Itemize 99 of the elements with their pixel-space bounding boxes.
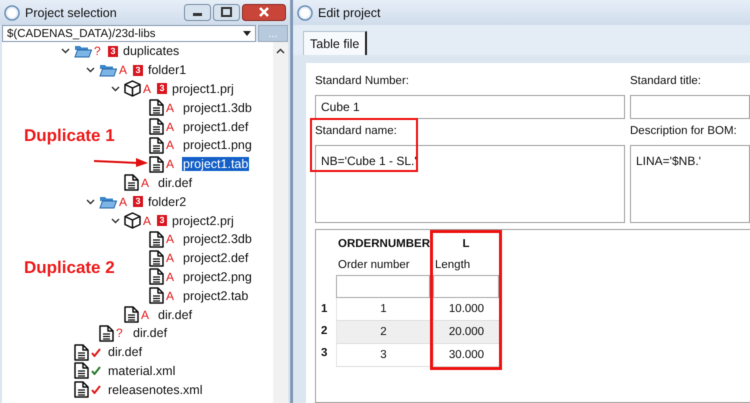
status-mark: A (141, 176, 150, 190)
tree-item[interactable]: project2.prj (171, 214, 235, 228)
document-icon (74, 362, 89, 380)
folder-icon (99, 194, 117, 209)
status-mark: ? (94, 44, 101, 58)
document-icon (149, 287, 164, 304)
tree-item[interactable]: dir.def (107, 345, 144, 360)
folder-icon (74, 44, 92, 58)
minimize-button[interactable] (184, 4, 211, 21)
input-field[interactable]: Cube 1 (315, 95, 625, 119)
status-mark: ? (116, 326, 123, 340)
window-title: Project selection (25, 6, 117, 20)
tree-item[interactable]: dir.def (157, 308, 194, 322)
status-mark: A (166, 120, 174, 134)
tree-item[interactable]: project1.prj (171, 82, 235, 96)
row-number: 1 (321, 303, 328, 315)
table-cell: 30.000 (433, 344, 499, 367)
table-cell: 3 (336, 344, 430, 367)
tree-item[interactable]: project1.3db (182, 100, 253, 115)
row-number: 3 (321, 347, 328, 359)
document-icon (124, 306, 139, 324)
input-field[interactable] (630, 95, 750, 119)
status-mark: A (166, 100, 174, 115)
document-icon (149, 250, 164, 267)
tree-item[interactable]: project2.def (182, 251, 250, 266)
field-label: Standard Number: (315, 74, 410, 89)
filter-field[interactable] (433, 275, 499, 298)
field-label: Standard title: (630, 74, 702, 89)
document-icon (149, 118, 164, 136)
column-header: L (461, 237, 471, 252)
input-field[interactable]: LINA='$NB.' (630, 145, 750, 223)
tree-item[interactable]: folder1 (147, 63, 188, 78)
tree-item[interactable]: project2.png (182, 270, 253, 284)
document-icon (74, 381, 89, 398)
status-mark: A (166, 138, 174, 152)
document-icon (149, 268, 164, 286)
status-mark: A (143, 82, 152, 96)
status-mark: A (119, 194, 128, 209)
table-cell: 2 (336, 321, 430, 344)
maximize-button[interactable] (213, 4, 240, 21)
app-icon (4, 4, 20, 20)
tree-item[interactable]: project1.png (182, 138, 253, 152)
table-cell: 20.000 (433, 321, 499, 344)
tree-item[interactable]: project1.tab (182, 157, 250, 172)
close-button[interactable] (242, 4, 286, 21)
column-caption: Order number (337, 258, 411, 273)
count-badge: 3 (157, 215, 167, 226)
document-icon (149, 156, 164, 173)
tree-item[interactable]: material.xml (107, 364, 176, 378)
status-mark: A (166, 157, 174, 172)
window-title: Edit project (318, 6, 381, 20)
document-icon (149, 136, 164, 154)
document-icon (124, 174, 139, 192)
cube-icon (124, 212, 141, 230)
count-badge: 3 (133, 196, 143, 208)
tree-item[interactable]: project1.def (182, 120, 250, 134)
input-field[interactable]: NB='Cube 1 - SL.' (315, 145, 625, 223)
tree-item[interactable]: folder2 (147, 194, 188, 209)
app-icon (297, 4, 313, 20)
cube-icon (124, 80, 141, 98)
scroll-up-icon[interactable] (276, 48, 285, 54)
chevron-icon[interactable] (86, 67, 95, 74)
tree-item[interactable]: dir.def (157, 176, 194, 190)
tree-item[interactable]: duplicates (122, 44, 180, 58)
field-label: Description for BOM: (630, 124, 738, 139)
status-mark: A (141, 308, 150, 322)
tree-item[interactable]: project2.tab (182, 288, 250, 303)
status-mark: A (166, 232, 174, 246)
row-number: 2 (321, 325, 328, 337)
document-icon (99, 324, 114, 342)
folder-icon (99, 63, 117, 78)
chevron-icon[interactable] (86, 198, 95, 205)
tree-item[interactable]: project2.3db (182, 232, 253, 246)
count-badge: 3 (108, 46, 118, 57)
status-mark: A (166, 288, 174, 303)
status-mark: A (166, 251, 174, 266)
status-mark: A (166, 270, 174, 284)
document-icon (149, 99, 164, 116)
field-label: Standard name: (315, 124, 398, 139)
chevron-icon[interactable] (111, 86, 120, 92)
scrollbar[interactable] (273, 42, 288, 403)
filter-field[interactable] (336, 275, 430, 298)
annotation-label: Duplicate 1 (24, 126, 115, 146)
document-icon (149, 230, 164, 248)
count-badge: 3 (133, 64, 143, 76)
annotation-label: Duplicate 2 (24, 258, 115, 278)
tree-item[interactable]: dir.def (132, 326, 168, 340)
tree-item[interactable]: releasenotes.xml (107, 382, 204, 397)
path-dropdown[interactable]: $(CADENAS_DATA)/23d-libs (2, 25, 256, 42)
column-header: ORDERNUMBER (337, 237, 430, 252)
tab[interactable]: Table file (303, 31, 368, 55)
status-mark: A (119, 63, 128, 78)
chevron-icon[interactable] (61, 48, 70, 54)
caret-icon (243, 31, 251, 36)
document-icon (74, 344, 89, 361)
column-caption: Length (434, 258, 472, 273)
status-mark: A (143, 214, 152, 228)
chevron-icon[interactable] (111, 218, 120, 224)
count-badge: 3 (157, 83, 167, 94)
